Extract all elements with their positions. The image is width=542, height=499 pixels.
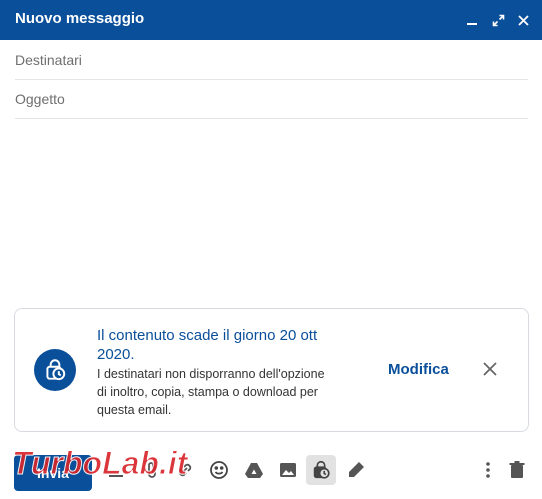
recipients-input[interactable]: [15, 52, 528, 68]
notice-title: Il contenuto scade il giorno 20 ott 2020…: [97, 327, 318, 363]
photo-icon[interactable]: [276, 458, 300, 482]
trash-icon[interactable]: [505, 458, 529, 482]
compose-toolbar: Invia: [0, 445, 542, 495]
message-body[interactable]: [15, 122, 528, 302]
close-icon[interactable]: [513, 9, 533, 31]
edit-link[interactable]: Modifica: [388, 361, 449, 378]
subject-input[interactable]: [15, 91, 528, 107]
compose-title: Nuovo messaggio: [15, 10, 145, 27]
notice-description: I destinatari non disporranno dell'opzio…: [97, 367, 325, 417]
recipients-row: [15, 41, 528, 80]
compose-header: Nuovo messaggio: [0, 0, 542, 40]
confidential-mode-icon[interactable]: [306, 455, 336, 485]
more-options-icon[interactable]: [476, 458, 500, 482]
confidential-lock-clock-icon: [34, 349, 76, 391]
link-icon[interactable]: [173, 458, 197, 482]
emoji-icon[interactable]: [207, 458, 231, 482]
signature-icon[interactable]: [344, 458, 368, 482]
send-button[interactable]: Invia: [14, 455, 92, 491]
attach-icon[interactable]: [140, 458, 164, 482]
fullscreen-icon[interactable]: [488, 9, 508, 31]
confidential-mode-notice: Il contenuto scade il giorno 20 ott 2020…: [14, 308, 529, 432]
minimize-icon[interactable]: [462, 9, 482, 31]
formatting-icon[interactable]: [104, 458, 128, 482]
notice-close-icon[interactable]: [480, 359, 500, 379]
subject-row: [15, 80, 528, 119]
drive-icon[interactable]: [242, 458, 266, 482]
